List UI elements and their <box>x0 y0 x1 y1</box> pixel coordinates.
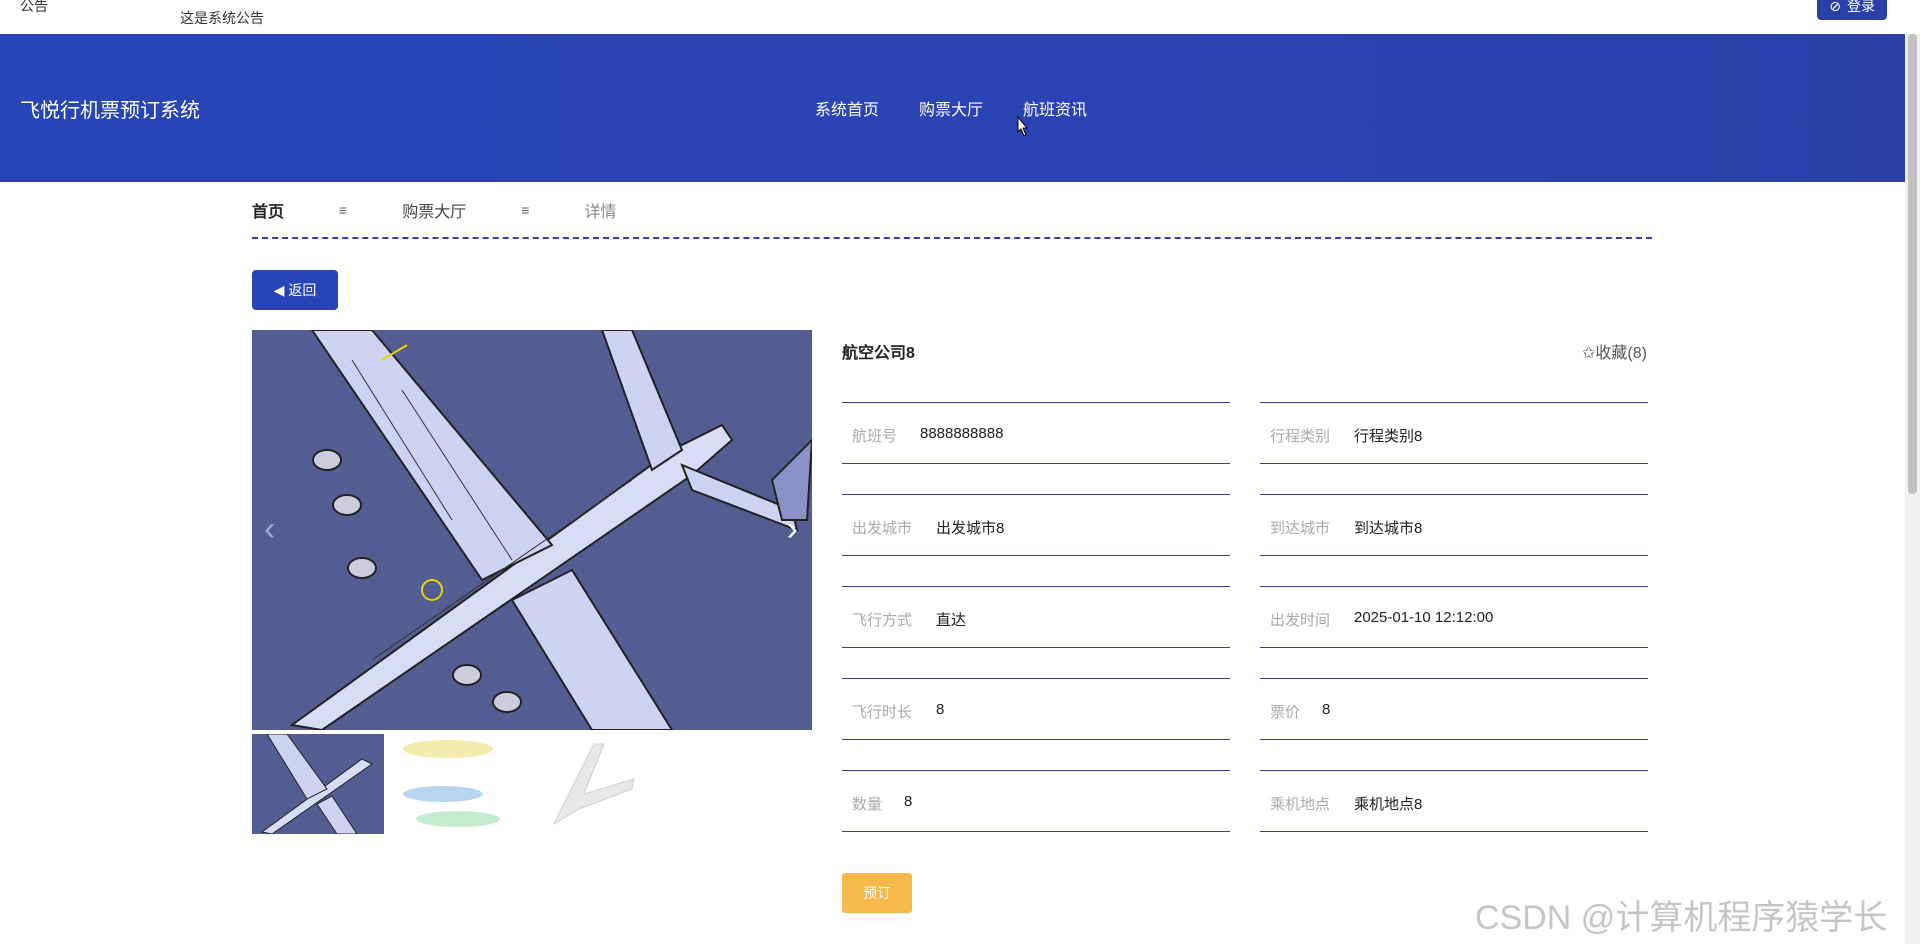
login-icon: ⊘ <box>1829 0 1841 14</box>
breadcrumb-ticket-hall[interactable]: 购票大厅 <box>402 198 466 222</box>
field-label: 航班号 <box>852 428 898 445</box>
watermark: CSDN @计算机程序猿学长 <box>1475 899 1888 937</box>
breadcrumb-divider <box>252 237 1652 239</box>
back-label: 返回 <box>288 282 317 298</box>
nav-home[interactable]: 系统首页 <box>815 96 879 120</box>
field-value: 到达城市8 <box>1354 520 1423 537</box>
field-value: 8 <box>904 793 913 810</box>
carousel-thumbnails <box>252 734 656 834</box>
notice-bar: 公告 这是系统公告 ⊘ 登录 <box>0 0 1905 34</box>
field-label: 出发城市 <box>852 520 913 537</box>
mouse-cursor-icon <box>1017 116 1029 137</box>
notice-label: 公告 <box>20 0 48 14</box>
carousel-next-icon[interactable]: › <box>787 510 798 549</box>
airline-title: 航空公司8 <box>842 345 915 362</box>
field-departure-time: 出发时间 2025-01-10 12:12:00 <box>1260 586 1648 648</box>
field-label: 乘机地点 <box>1270 796 1331 813</box>
field-label: 票价 <box>1270 704 1301 721</box>
breadcrumb-home[interactable]: 首页 <box>252 198 284 222</box>
login-label: 登录 <box>1847 0 1875 14</box>
notice-text: 这是系统公告 <box>180 10 264 26</box>
field-value: 8 <box>936 701 945 718</box>
field-trip-type: 行程类别 行程类别8 <box>1260 402 1648 464</box>
caret-left-icon: ◀ <box>273 281 285 298</box>
carousel-prev-icon[interactable]: ‹ <box>264 510 275 549</box>
field-value: 2025-01-10 12:12:00 <box>1354 609 1494 626</box>
field-value: 出发城市8 <box>936 520 1005 537</box>
login-button[interactable]: ⊘ 登录 <box>1817 0 1887 20</box>
airplane-image <box>252 330 812 730</box>
page-scrollbar[interactable] <box>1905 34 1920 944</box>
scrollbar-thumb[interactable] <box>1908 34 1917 494</box>
field-departure-city: 出发城市 出发城市8 <box>842 494 1230 556</box>
breadcrumb-separator: ≡ <box>339 202 348 218</box>
carousel-thumb-1[interactable] <box>252 734 384 834</box>
field-price: 票价 8 <box>1260 678 1648 740</box>
carousel-thumb-2[interactable] <box>388 734 520 834</box>
nav-ticket-hall[interactable]: 购票大厅 <box>919 96 983 120</box>
field-value: 乘机地点8 <box>1354 796 1423 813</box>
field-value: 8 <box>1322 701 1331 718</box>
carousel-thumb-3[interactable] <box>524 734 656 834</box>
favorite-button[interactable]: ✩收藏(8) <box>1582 339 1647 363</box>
breadcrumb: 首页 ≡ 购票大厅 ≡ 详情 <box>252 198 1652 222</box>
field-label: 行程类别 <box>1270 428 1331 445</box>
field-quantity: 数量 8 <box>842 770 1230 832</box>
field-label: 出发时间 <box>1270 612 1331 629</box>
field-duration: 飞行时长 8 <box>842 678 1230 740</box>
main-nav: 系统首页 购票大厅 航班资讯 <box>815 96 1087 120</box>
field-label: 数量 <box>852 796 883 813</box>
site-header: 飞悦行机票预订系统 系统首页 购票大厅 航班资讯 <box>0 34 1905 182</box>
site-brand: 飞悦行机票预订系统 <box>20 100 200 122</box>
field-label: 飞行方式 <box>852 612 913 629</box>
book-button[interactable]: 预订 <box>842 873 912 913</box>
field-label: 飞行时长 <box>852 704 913 721</box>
field-value: 直达 <box>936 612 967 629</box>
field-boarding-location: 乘机地点 乘机地点8 <box>1260 770 1648 832</box>
breadcrumb-separator: ≡ <box>521 202 530 218</box>
back-button[interactable]: ◀ 返回 <box>252 270 338 310</box>
breadcrumb-current: 详情 <box>584 204 617 221</box>
field-flight-no: 航班号 8888888888 <box>842 402 1230 464</box>
nav-flight-news[interactable]: 航班资讯 <box>1023 96 1087 120</box>
field-arrival-city: 到达城市 到达城市8 <box>1260 494 1648 556</box>
field-label: 到达城市 <box>1270 520 1331 537</box>
image-carousel[interactable]: ‹ › <box>252 330 812 730</box>
field-value: 8888888888 <box>920 425 1004 442</box>
field-flight-mode: 飞行方式 直达 <box>842 586 1230 648</box>
field-value: 行程类别8 <box>1354 428 1423 445</box>
